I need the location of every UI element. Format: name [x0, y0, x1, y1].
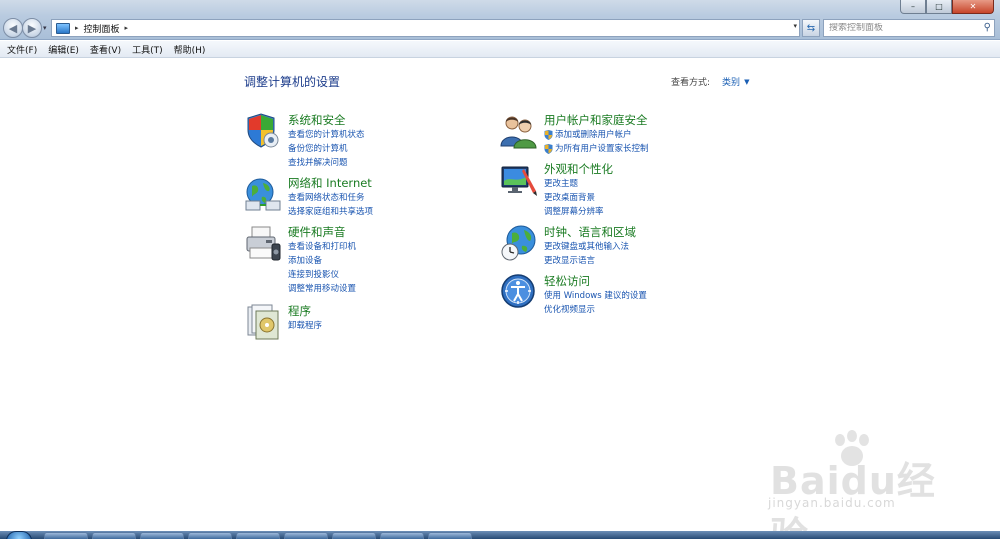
link-change-input-method[interactable]: 更改键盘或其他输入法 [544, 240, 629, 254]
page-title: 调整计算机的设置 [244, 75, 341, 89]
address-dropdown-icon[interactable]: ▾ [793, 22, 797, 30]
link-optimize-video[interactable]: 优化视频显示 [544, 303, 647, 317]
search-icon[interactable]: ⚲ [984, 22, 991, 33]
taskbar-app[interactable] [44, 532, 88, 539]
link-add-device[interactable]: 添加设备 [288, 254, 356, 268]
start-button[interactable] [6, 531, 32, 539]
address-bar[interactable]: ▸ 控制面板 ▸ ▾ [51, 19, 800, 37]
link-backup-computer[interactable]: 备份您的计算机 [288, 142, 365, 156]
category-links: 使用 Windows 建议的设置 优化视频显示 [544, 289, 647, 317]
title-bar: – □ ✕ ◀ ▶ ▾ ▸ 控制面板 ▸ ▾ ⇆ ⚲ [0, 0, 1000, 40]
link-add-remove-accounts[interactable]: 添加或删除用户帐户 [544, 128, 649, 142]
link-label[interactable]: 为所有用户设置家长控制 [555, 144, 649, 154]
category-links: 更改主题 更改桌面背景 调整屏幕分辨率 [544, 177, 604, 219]
refresh-icon: ⇆ [806, 22, 816, 34]
link-homegroup-sharing[interactable]: 选择家庭组和共享选项 [288, 205, 373, 219]
category-heading[interactable]: 程序 [288, 303, 311, 319]
menu-tools[interactable]: 工具(T) [129, 43, 166, 56]
category-heading[interactable]: 外观和个性化 [544, 161, 613, 177]
breadcrumb-separator-2[interactable]: ▸ [125, 24, 129, 32]
link-change-background[interactable]: 更改桌面背景 [544, 191, 604, 205]
recent-pages-dropdown[interactable]: ▾ [43, 24, 47, 32]
taskbar-app[interactable] [428, 532, 472, 539]
link-parental-controls[interactable]: 为所有用户设置家长控制 [544, 142, 649, 156]
link-view-computer-status[interactable]: 查看您的计算机状态 [288, 128, 365, 142]
category-heading[interactable]: 轻松访问 [544, 273, 590, 289]
link-change-display-language[interactable]: 更改显示语言 [544, 254, 629, 268]
breadcrumb-separator[interactable]: ▸ [75, 24, 79, 32]
window-controls: – □ ✕ [900, 0, 994, 14]
paw-logo-icon [835, 430, 869, 466]
link-mobility-settings[interactable]: 调整常用移动设置 [288, 282, 356, 296]
close-button[interactable]: ✕ [952, 0, 994, 14]
monitor-paint-icon [501, 166, 537, 196]
category-links: 卸载程序 [288, 319, 322, 333]
minimize-button[interactable]: – [900, 0, 926, 14]
view-by-dropdown[interactable]: 类别 [722, 75, 740, 88]
control-panel-window: – □ ✕ ◀ ▶ ▾ ▸ 控制面板 ▸ ▾ ⇆ ⚲ 文件(F) 编辑(E) 查… [0, 0, 1000, 539]
clock-globe-icon [501, 225, 536, 261]
category-links: 查看网络状态和任务 选择家庭组和共享选项 [288, 191, 373, 219]
control-panel-icon [56, 22, 70, 34]
back-button[interactable]: ◀ [3, 18, 23, 38]
taskbar-app[interactable] [236, 532, 280, 539]
link-screen-resolution[interactable]: 调整屏幕分辨率 [544, 205, 604, 219]
uac-shield-icon [544, 130, 553, 140]
link-label[interactable]: 添加或删除用户帐户 [555, 130, 632, 140]
menu-edit[interactable]: 编辑(E) [45, 43, 82, 56]
category-links: 查看您的计算机状态 备份您的计算机 查找并解决问题 [288, 128, 365, 170]
taskbar-app[interactable] [188, 532, 232, 539]
category-heading[interactable]: 系统和安全 [288, 112, 346, 128]
breadcrumb-control-panel[interactable]: 控制面板 [84, 22, 120, 35]
printer-icon [246, 226, 281, 261]
category-heading[interactable]: 硬件和声音 [288, 224, 346, 240]
category-links: 更改键盘或其他输入法 更改显示语言 [544, 240, 629, 268]
watermark-url: jingyan.baidu.com [768, 496, 896, 510]
view-by-label: 查看方式: [671, 78, 711, 88]
ease-of-access-icon [501, 274, 535, 308]
link-recommended-settings[interactable]: 使用 Windows 建议的设置 [544, 289, 647, 303]
network-globe-icon [245, 178, 281, 211]
taskbar-app[interactable] [380, 532, 424, 539]
taskbar-app[interactable] [92, 532, 136, 539]
forward-button[interactable]: ▶ [22, 18, 42, 38]
watermark: Baidu经验 jingyan.baidu.com [760, 430, 960, 539]
uac-shield-icon [544, 144, 553, 154]
refresh-button[interactable]: ⇆ [802, 19, 820, 37]
link-change-theme[interactable]: 更改主题 [544, 177, 604, 191]
programs-icon [247, 304, 279, 340]
taskbar-app[interactable] [332, 532, 376, 539]
shield-flag-icon [247, 113, 279, 148]
taskbar-app[interactable] [284, 532, 328, 539]
category-heading[interactable]: 时钟、语言和区域 [544, 224, 636, 240]
link-connect-projector[interactable]: 连接到投影仪 [288, 268, 356, 282]
category-heading[interactable]: 网络和 Internet [288, 175, 372, 191]
menu-help[interactable]: 帮助(H) [171, 43, 209, 56]
users-icon [500, 116, 537, 149]
category-links: 添加或删除用户帐户 为所有用户设置家长控制 [544, 128, 649, 156]
watermark-brand: Baidu经验 [770, 459, 936, 539]
menu-bar: 文件(F) 编辑(E) 查看(V) 工具(T) 帮助(H) [0, 41, 1000, 58]
category-heading[interactable]: 用户帐户和家庭安全 [544, 112, 648, 128]
maximize-button[interactable]: □ [926, 0, 952, 14]
forward-arrow-icon: ▶ [27, 21, 37, 35]
back-arrow-icon: ◀ [8, 21, 18, 35]
link-devices-printers[interactable]: 查看设备和打印机 [288, 240, 356, 254]
link-uninstall-program[interactable]: 卸载程序 [288, 319, 322, 333]
link-troubleshoot[interactable]: 查找并解决问题 [288, 156, 365, 170]
menu-file[interactable]: 文件(F) [4, 43, 40, 56]
menu-view[interactable]: 查看(V) [87, 43, 124, 56]
link-network-status[interactable]: 查看网络状态和任务 [288, 191, 373, 205]
taskbar-app[interactable] [140, 532, 184, 539]
search-box[interactable]: ⚲ [823, 19, 995, 37]
view-by: 查看方式: 类别 ▼ [671, 75, 749, 89]
chevron-down-icon[interactable]: ▼ [744, 78, 749, 86]
search-input[interactable] [829, 23, 979, 33]
category-links: 查看设备和打印机 添加设备 连接到投影仪 调整常用移动设置 [288, 240, 356, 296]
